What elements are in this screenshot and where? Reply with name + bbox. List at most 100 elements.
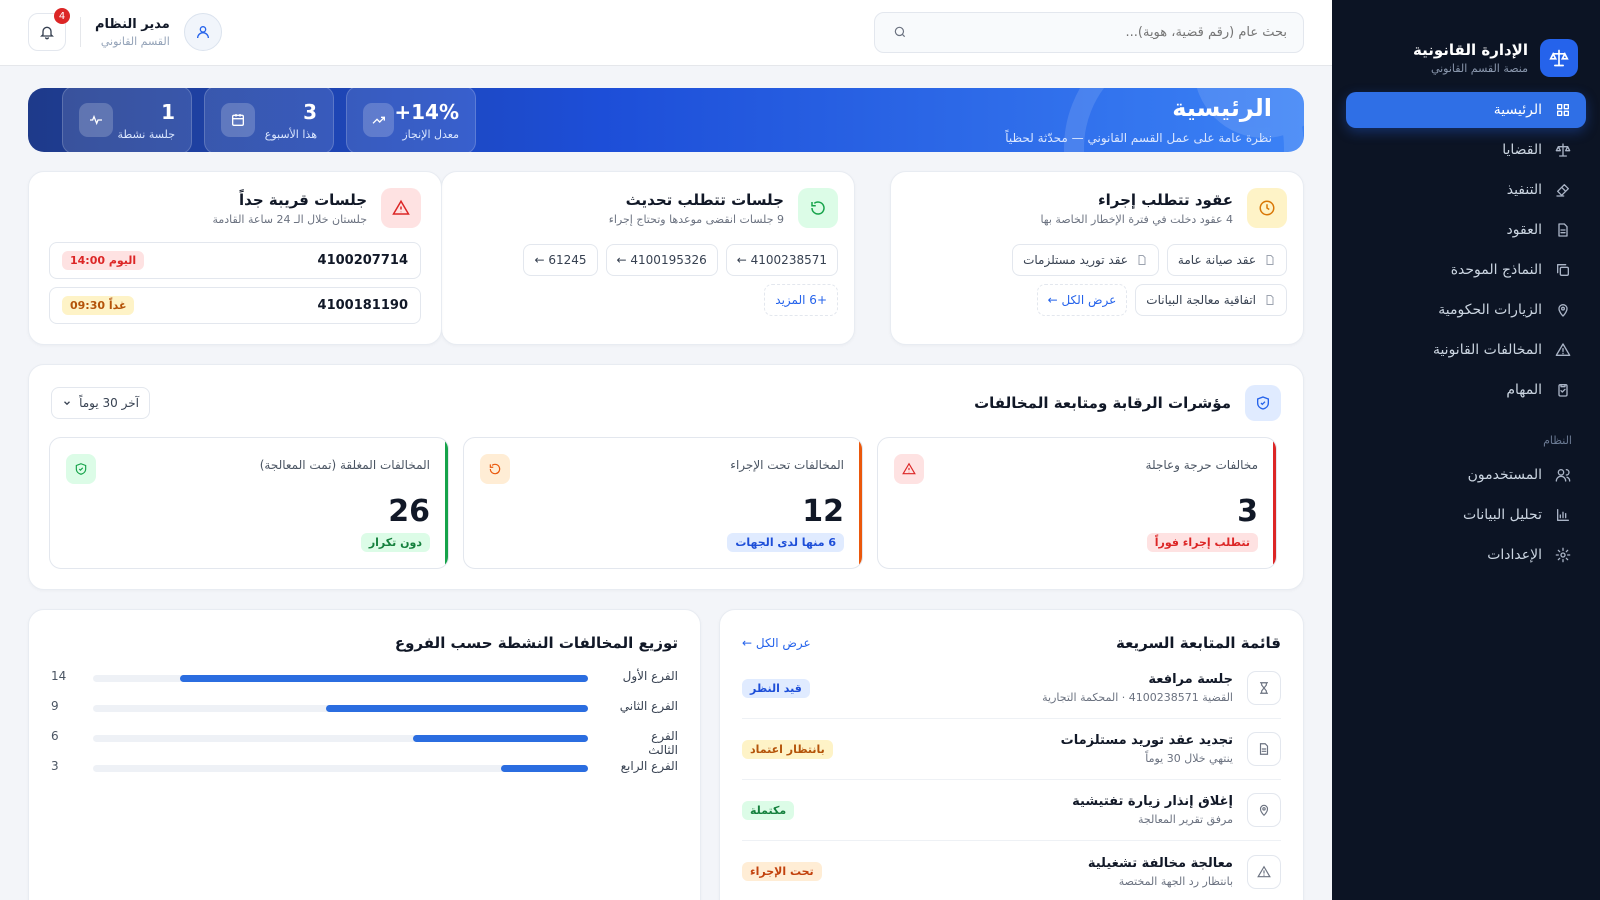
topbar: 4 مدير النظام القسم القانوني <box>0 0 1332 66</box>
sidebar-item-label: المخالفات القانونية <box>1432 342 1542 358</box>
kpi-title: المخالفات المغلقة (تمت المعالجة) <box>259 458 430 472</box>
sidebar-item-label: القضايا <box>1502 142 1542 158</box>
sidebar-item-label: التنفيذ <box>1506 182 1542 198</box>
bar-track <box>93 675 588 682</box>
bar-track <box>93 705 588 712</box>
sidebar-item-label: الزيارات الحكومية <box>1438 302 1542 318</box>
sidebar-item-main-4[interactable]: النماذج الموحدة <box>1346 252 1586 288</box>
sidebar-item-label: المهام <box>1506 382 1542 398</box>
kpi-badge: دون تكرار <box>360 533 430 552</box>
document-icon <box>1247 732 1281 766</box>
user-info: مدير النظام القسم القانوني <box>95 17 170 48</box>
followup-item-subtitle: بانتظار رد الجهة المختصة <box>1118 874 1233 888</box>
notifications-button[interactable]: 4 <box>28 8 70 51</box>
bar-category-label: الفرع الرابع <box>620 759 678 773</box>
followup-item-title: إغلاق إنذار زيارة تفتيشية <box>1072 794 1233 809</box>
map-pin-icon <box>1554 301 1572 319</box>
bar-value-label: 14 <box>51 669 67 683</box>
followup-card: قائمة المتابعة السريعة عرض الكل ← جلسة م… <box>719 609 1304 900</box>
stat-value: 14%+ <box>394 99 459 124</box>
bar-row: الفرع الثاني 9 <box>51 698 678 718</box>
warning-icon <box>381 188 421 228</box>
kpi-title: مخالفات حرجة وعاجلة <box>1145 458 1258 472</box>
global-search[interactable] <box>874 12 1304 53</box>
session-chip[interactable]: 4100238571 ← <box>725 244 838 276</box>
sidebar-item-label: المستخدمون <box>1467 467 1542 483</box>
bell-icon <box>39 24 55 40</box>
document-icon <box>1136 254 1148 266</box>
user-role: القسم القانوني <box>100 34 170 48</box>
sidebar-item-label: العقود <box>1506 222 1542 238</box>
search-input[interactable] <box>907 25 1287 40</box>
contract-chip[interactable]: اتفاقية معالجة البيانات <box>1135 284 1287 316</box>
stat-completion-rate: 14%+ معدل الإنجاز <box>346 88 476 152</box>
kpi-badge: تتطلب إجراء فوراً <box>1146 533 1258 552</box>
sidebar-item-system-1[interactable]: تحليل البيانات <box>1346 497 1586 533</box>
more-sessions-link[interactable]: +6 المزيد <box>764 284 838 316</box>
kpi-critical[interactable]: مخالفات حرجة وعاجلة 3 تتطلب إجراء فوراً <box>877 437 1277 569</box>
bar <box>325 705 588 712</box>
status-badge: بانتظار اعتماد <box>742 739 833 759</box>
sidebar-item-main-7[interactable]: المهام <box>1346 372 1586 408</box>
contract-chip[interactable]: عقد صيانة عامة <box>1166 244 1287 276</box>
session-list: 4100207714 اليوم 14:00 4100181190 غداً 0… <box>49 242 421 324</box>
document-icon <box>1264 254 1276 266</box>
sidebar-nav: الرئيسية القضايا التنفيذ العقود النماذج المو… <box>1332 92 1600 408</box>
followup-item[interactable]: تجديد عقد توريد مستلزمات ينتهي خلال 30 يو… <box>742 719 1281 780</box>
followup-item[interactable]: إغلاق إنذار زيارة تفتيشية مرفق تقرير المع… <box>742 780 1281 841</box>
sidebar-item-main-0[interactable]: الرئيسية <box>1346 92 1586 128</box>
card-subtitle: 4 عقود دخلت في فترة الإخطار الخاصة بها <box>1040 212 1233 226</box>
nav-section-label: النظام <box>1543 434 1572 447</box>
brand-title: الإدارة القانونية <box>1413 41 1528 59</box>
bar-track <box>93 735 588 742</box>
status-badge: قيد النظر <box>742 678 810 698</box>
sidebar-item-system-2[interactable]: الإعدادات <box>1346 537 1586 573</box>
kpi-value: 12 <box>802 494 844 529</box>
card-header: جلسات قريبة جداً جلستان خلال الـ 24 ساعة… <box>49 188 421 228</box>
kpi-closed[interactable]: المخالفات المغلقة (تمت المعالجة) 26 دون … <box>49 437 449 569</box>
session-row[interactable]: 4100207714 اليوم 14:00 <box>49 242 421 279</box>
bar-value-label: 6 <box>51 729 59 743</box>
sidebar-item-main-3[interactable]: العقود <box>1346 212 1586 248</box>
shield-icon <box>1245 385 1281 421</box>
session-time-badge: غداً 09:30 <box>62 296 135 315</box>
bar-row: الفرع الأول 14 <box>51 668 678 688</box>
followup-item[interactable]: جلسة مرافعة القضية 4100238571 · المحكمة ا… <box>742 658 1281 719</box>
notification-count-badge: 4 <box>54 8 70 24</box>
period-select[interactable]: آخر 30 يوماً <box>51 387 150 419</box>
stat-active-sessions: 1 جلسة نشطة <box>62 88 192 152</box>
user-name: مدير النظام <box>95 16 170 32</box>
bar <box>500 765 588 772</box>
session-chip[interactable]: 61245 ← <box>523 244 598 276</box>
stat-label: هذا الأسبوع <box>264 127 317 141</box>
copy-icon <box>1554 261 1572 279</box>
gavel-icon <box>1554 181 1572 199</box>
bar-category-label: الفرع الثاني <box>619 699 678 713</box>
chip-label: عقد توريد مستلزمات <box>1023 253 1128 267</box>
kpi-in-progress[interactable]: المخالفات تحت الإجراء 12 6 منها لدى الجه… <box>463 437 863 569</box>
card-subtitle: 9 جلسات انقضى موعدها وتحتاج إجراء <box>608 212 784 226</box>
sidebar-item-main-6[interactable]: المخالفات القانونية <box>1346 332 1586 368</box>
sidebar-item-label: النماذج الموحدة <box>1450 262 1542 278</box>
sidebar-item-system-0[interactable]: المستخدمون <box>1346 457 1586 493</box>
chip-label: اتفاقية معالجة البيانات <box>1146 293 1256 307</box>
divider <box>80 17 81 47</box>
hourglass-icon <box>1247 671 1281 705</box>
sidebar-item-main-1[interactable]: القضايا <box>1346 132 1586 168</box>
sessions-update-card: جلسات تتطلب تحديث 9 جلسات انقضى موعدها و… <box>441 171 855 345</box>
sidebar-item-main-5[interactable]: الزيارات الحكومية <box>1346 292 1586 328</box>
chip-label: عقد صيانة عامة <box>1177 253 1256 267</box>
avatar[interactable] <box>183 13 222 51</box>
contract-chip[interactable]: عقد توريد مستلزمات <box>1012 244 1159 276</box>
trend-up-icon <box>363 103 395 137</box>
session-chip[interactable]: 4100195326 ← <box>605 244 718 276</box>
followup-view-all-link[interactable]: عرض الكل ← <box>742 636 811 650</box>
bar-category-label: الفرع الأول <box>622 669 678 683</box>
followup-item[interactable]: معالجة مخالفة تشغيلية بانتظار رد الجهة ال… <box>742 841 1281 900</box>
session-row[interactable]: 4100181190 غداً 09:30 <box>49 287 421 324</box>
card-header: عقود تتطلب إجراء 4 عقود دخلت في فترة الإ… <box>907 188 1287 228</box>
map-pin-icon <box>1247 793 1281 827</box>
sidebar-system-nav: المستخدمون تحليل البيانات الإعدادات <box>1332 457 1600 573</box>
view-all-contracts-link[interactable]: عرض الكل ← <box>1036 284 1128 316</box>
sidebar-item-main-2[interactable]: التنفيذ <box>1346 172 1586 208</box>
